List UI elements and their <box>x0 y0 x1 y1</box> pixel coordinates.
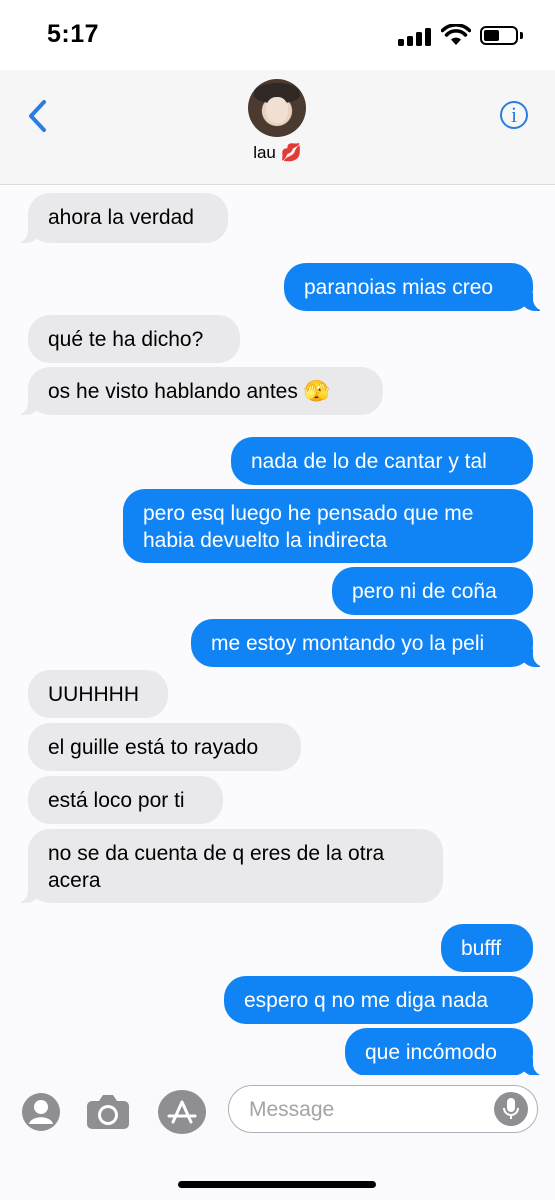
message-outgoing[interactable]: nada de lo de cantar y tal <box>231 437 533 485</box>
contact-icon[interactable] <box>22 1093 60 1131</box>
wifi-icon <box>441 24 471 45</box>
battery-tip <box>520 32 523 39</box>
message-outgoing[interactable]: pero esq luego he pensado que me habia d… <box>123 489 533 563</box>
cellular-signal-icon <box>398 28 432 46</box>
message-placeholder: Message <box>249 1098 335 1121</box>
message-outgoing[interactable]: paranoias mias creo <box>284 263 549 311</box>
message-incoming[interactable]: ahora la verdad <box>12 193 228 243</box>
message-outgoing[interactable]: bufff <box>441 924 533 972</box>
status-time: 5:17 <box>47 20 100 48</box>
message-incoming[interactable]: UUHHHH <box>28 670 168 718</box>
info-icon[interactable]: i <box>500 101 528 129</box>
message-incoming[interactable]: el guille está to rayado <box>28 723 301 771</box>
message-input[interactable]: Message <box>228 1085 538 1133</box>
contact-name[interactable]: lau 💋 <box>0 143 555 163</box>
camera-icon[interactable] <box>85 1093 131 1131</box>
message-incoming[interactable]: está loco por ti <box>28 776 223 824</box>
message-outgoing[interactable]: que incómodo <box>345 1028 549 1076</box>
contact-avatar[interactable] <box>248 79 306 137</box>
message-outgoing[interactable]: pero ni de coña <box>332 567 533 615</box>
message-outgoing[interactable]: espero q no me diga nada <box>224 976 533 1024</box>
battery-icon <box>480 26 518 45</box>
microphone-icon[interactable] <box>494 1092 528 1126</box>
chevron-left-icon[interactable] <box>24 96 54 136</box>
status-bar: 5:17 <box>0 0 555 70</box>
message-incoming[interactable]: os he visto hablando antes 🫣 <box>12 367 383 415</box>
message-incoming[interactable]: no se da cuenta de q eres de la otra ace… <box>12 829 443 903</box>
app-store-icon[interactable] <box>158 1090 206 1134</box>
conversation-header: lau 💋 i <box>0 70 555 185</box>
home-indicator[interactable] <box>178 1181 376 1188</box>
message-incoming[interactable]: qué te ha dicho? <box>28 315 240 363</box>
message-outgoing[interactable]: me estoy montando yo la peli <box>191 619 549 667</box>
